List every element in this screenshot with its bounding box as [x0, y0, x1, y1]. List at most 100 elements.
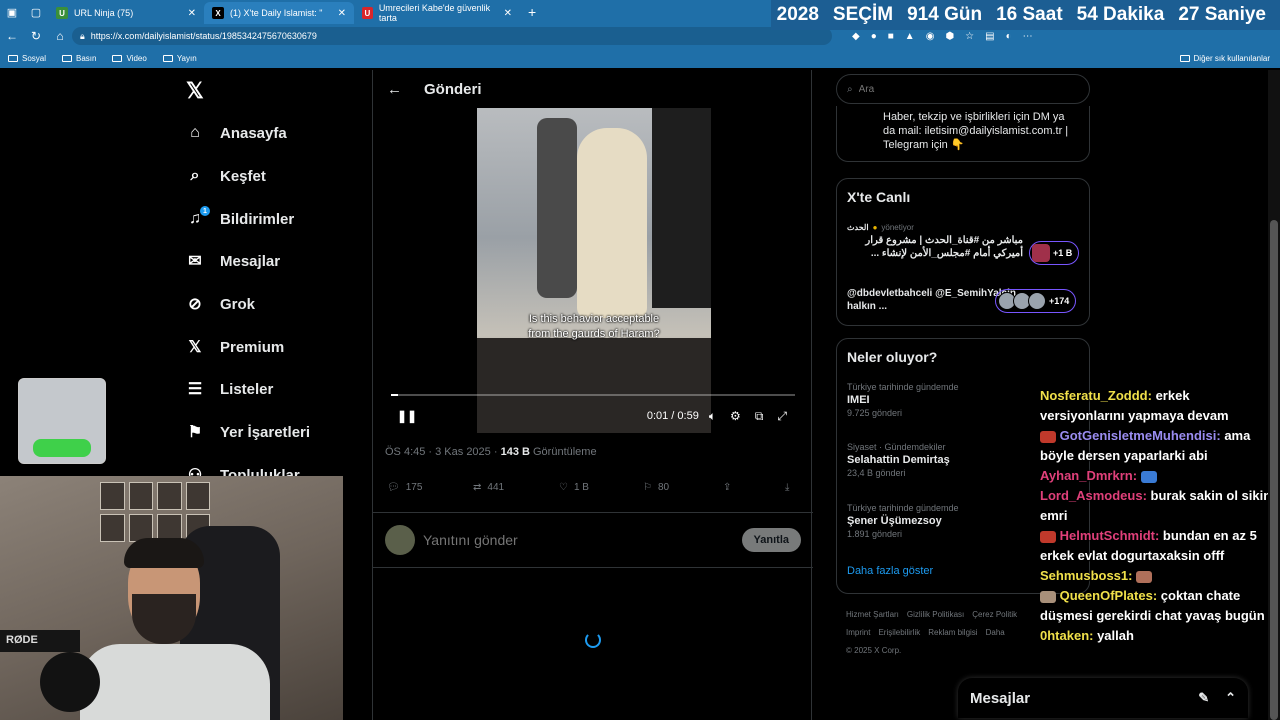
sidebar-item-bookmarks[interactable]: ⚑ Yer İşaretleri [186, 423, 310, 442]
microphone [40, 652, 100, 712]
x-logo-icon[interactable]: 𝕏 [186, 78, 204, 104]
bio-line: Haber, tekzip ve işbirlikleri için DM ya [883, 111, 1065, 123]
repost-button[interactable]: ⇄ 441 [473, 482, 559, 493]
stream-chat-overlay: Nosferatu_Zoddd: erkek versiyonlarını ya… [1040, 386, 1272, 646]
extension-icon[interactable]: ● [871, 31, 877, 42]
download-button[interactable]: ⤓ [785, 482, 789, 493]
footer-link[interactable]: Hizmet Şartları [846, 610, 899, 619]
badge-icon [1040, 590, 1056, 603]
grok-icon: ⊘ [188, 296, 202, 313]
bio-line: Telegram için 👇 [883, 139, 965, 151]
chat-username: HelmutSchmidt: [1059, 528, 1160, 543]
extension-icon[interactable]: ◉ [926, 31, 935, 42]
reply-button[interactable]: 💬︎ 175 [387, 482, 473, 493]
expand-up-icon[interactable]: ⌃ [1225, 690, 1236, 706]
folder-icon [8, 54, 18, 62]
menu-icon[interactable]: ⋯ [1023, 31, 1033, 42]
back-arrow-icon[interactable]: ← [387, 81, 402, 98]
fullscreen-icon[interactable]: ⤢ [777, 409, 787, 424]
messages-drawer[interactable]: Mesajlar ✎ ⌃ [958, 678, 1248, 718]
trend-item[interactable]: Türkiye tarihinde gündemde Şener Üşümezs… [847, 502, 959, 541]
footer-link[interactable]: Daha [986, 628, 1005, 637]
post-timestamp[interactable]: ÖS 4:45 · 3 Kas 2025 · [385, 446, 501, 458]
share-button[interactable]: ⇪ [723, 482, 785, 493]
gems-icon [33, 439, 91, 457]
bookmark-folder-sosyal[interactable]: Sosyal [0, 54, 54, 63]
show-more-link[interactable]: Daha fazla göster [847, 565, 933, 577]
home-icon: ⌂ [190, 124, 200, 141]
trend-context: Türkiye tarihinde gündemde [847, 503, 959, 513]
pip-icon[interactable]: ⧉ [755, 409, 764, 424]
sidebar-item-premium[interactable]: 𝕏 Premium [186, 338, 285, 357]
video-progress-bar[interactable] [391, 394, 795, 396]
page-scrollbar[interactable] [1268, 70, 1280, 720]
trend-item[interactable]: Siyaset · Gündemdekiler Selahattin Demir… [847, 441, 950, 480]
urlninja-favicon-icon: U [56, 7, 68, 19]
close-tab-icon[interactable]: ✕ [338, 8, 346, 19]
other-bookmarks[interactable]: Diğer sık kullanılanlar [1179, 54, 1280, 63]
footer-link[interactable]: Erişilebilirlik [878, 628, 920, 637]
folder-icon [162, 54, 173, 62]
close-tab-icon[interactable]: ✕ [188, 8, 196, 19]
reply-submit-button[interactable]: Yanıtla [741, 528, 801, 552]
collections-icon[interactable]: ▤ [985, 31, 994, 42]
footer-link[interactable]: Reklam bilgisi [928, 628, 977, 637]
mute-icon[interactable]: 🔈︎ [709, 409, 716, 424]
bookmark-folder-basin[interactable]: Basın [54, 54, 104, 63]
tab-actions-icon[interactable]: ▢ [24, 0, 48, 24]
browser-tab-x-post[interactable]: X (1) X'te Daily Islamist: " ✕ [204, 2, 354, 24]
bookmark-folder-video[interactable]: Video [104, 54, 154, 63]
search-input[interactable] [858, 83, 991, 95]
countdown-days: 914 Gün [907, 4, 983, 25]
sidebar-item-explore[interactable]: ⌕ Keşfet [186, 167, 266, 185]
sidebar-item-messages[interactable]: ✉ Mesajlar [186, 252, 280, 271]
scrollbar-thumb[interactable] [1270, 220, 1278, 720]
like-button[interactable]: ♡ 1 B [559, 482, 643, 493]
extension-icon[interactable]: ⬢ [945, 31, 954, 42]
extension-icon[interactable]: ■ [888, 31, 894, 42]
reload-icon[interactable]: ↻ [24, 29, 48, 43]
toolbar-icons: ◆ ● ■ ▲ ◉ ⬢ ☆ ▤ ◐ ⋯ [852, 31, 1033, 42]
live-listeners-pill[interactable]: +174 [995, 289, 1077, 313]
favorites-icon[interactable]: ☆ [965, 31, 974, 42]
drawer-actions: ✎ ⌃ [1198, 690, 1236, 706]
live-item[interactable]: الحدث ● yönetiyor مباشر من #قناة_الحدث | م… [847, 221, 1023, 260]
close-tab-icon[interactable]: ✕ [504, 8, 512, 19]
footer-link[interactable]: Gizlilik Politikası [907, 610, 964, 619]
chat-text: yallah [1093, 628, 1134, 643]
tab-label: (1) X'te Daily Islamist: " [230, 8, 323, 18]
video-player[interactable]: Is this behavior acceptable from the gau… [385, 108, 801, 468]
sidebar-item-lists[interactable]: ☰ Listeler [186, 380, 274, 399]
emote-icon [1136, 570, 1153, 583]
settings-gear-icon[interactable]: ⚙ [730, 409, 741, 423]
workspaces-icon[interactable]: ▣ [0, 0, 24, 24]
footer-link[interactable]: Çerez Politik [972, 610, 1017, 619]
search-bar[interactable]: ⌕ [836, 74, 1090, 104]
home-browser-icon[interactable]: ⌂ [48, 29, 72, 43]
browser-tab-urlninja[interactable]: U URL Ninja (75) ✕ [48, 2, 204, 24]
reply-input[interactable] [423, 532, 723, 548]
mic-brand: RØDE [0, 630, 80, 652]
pause-icon[interactable]: ❚❚ [397, 409, 417, 423]
streamer-hair [124, 538, 204, 568]
live-listeners-pill[interactable]: +1 B [1029, 241, 1080, 265]
bookmark-folder-yayin[interactable]: Yayın [155, 54, 205, 63]
tab-label: Umrecileri Kabe'de güvenlik tarta [378, 3, 491, 23]
compose-message-icon[interactable]: ✎ [1198, 690, 1209, 706]
extension-icon[interactable]: ◆ [852, 31, 860, 42]
extension-icon[interactable]: ▲ [905, 31, 915, 42]
url-field[interactable]: 🔒︎ https://x.com/dailyislamist/status/19… [72, 27, 832, 45]
back-icon[interactable]: ← [0, 29, 24, 43]
trend-item[interactable]: Türkiye tarihinde gündemde IMEI 9.725 gö… [847, 381, 959, 420]
sidebar-item-home[interactable]: ⌂ Anasayfa [186, 124, 287, 142]
bookmark-button[interactable]: ⚐ 80 [643, 482, 723, 493]
footer-link[interactable]: Imprint [846, 628, 870, 637]
chat-username: Ayhan_Dmrkrn: [1040, 468, 1138, 483]
listener-count: +174 [1049, 296, 1070, 306]
new-tab-icon[interactable]: + [520, 4, 544, 20]
views-label: Görüntüleme [529, 446, 597, 458]
sidebar-item-grok[interactable]: ⊘ Grok [186, 295, 255, 314]
sidebar-item-notifications[interactable]: ♫ 1 Bildirimler [186, 206, 294, 228]
profile-icon[interactable]: ◐ [1006, 31, 1012, 42]
browser-tab-umrecileri[interactable]: U Umrecileri Kabe'de güvenlik tarta ✕ [354, 2, 520, 24]
